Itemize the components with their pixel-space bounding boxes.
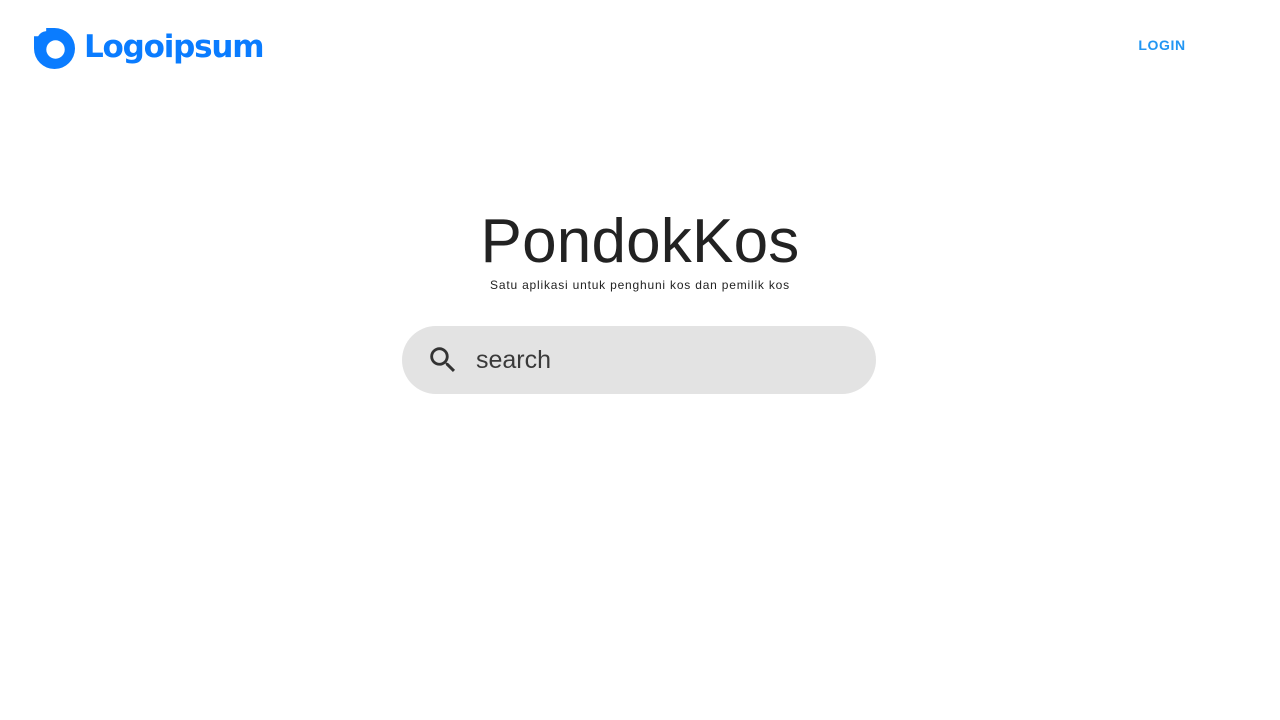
logo-mark-icon (34, 27, 75, 69)
page: Logoipsum LOGIN PondokKos Satu aplikasi … (0, 0, 1280, 720)
search-input[interactable] (476, 340, 846, 380)
logo-link[interactable]: Logoipsum (34, 27, 265, 69)
search-icon[interactable] (426, 343, 460, 377)
login-button[interactable]: LOGIN (1124, 30, 1200, 60)
top-header: Logoipsum LOGIN (0, 0, 1280, 96)
page-subtitle: Satu aplikasi untuk penghuni kos dan pem… (490, 278, 790, 292)
logo-text: Logoipsum (84, 28, 265, 65)
page-title: PondokKos (480, 207, 800, 276)
search-bar[interactable] (402, 326, 876, 394)
